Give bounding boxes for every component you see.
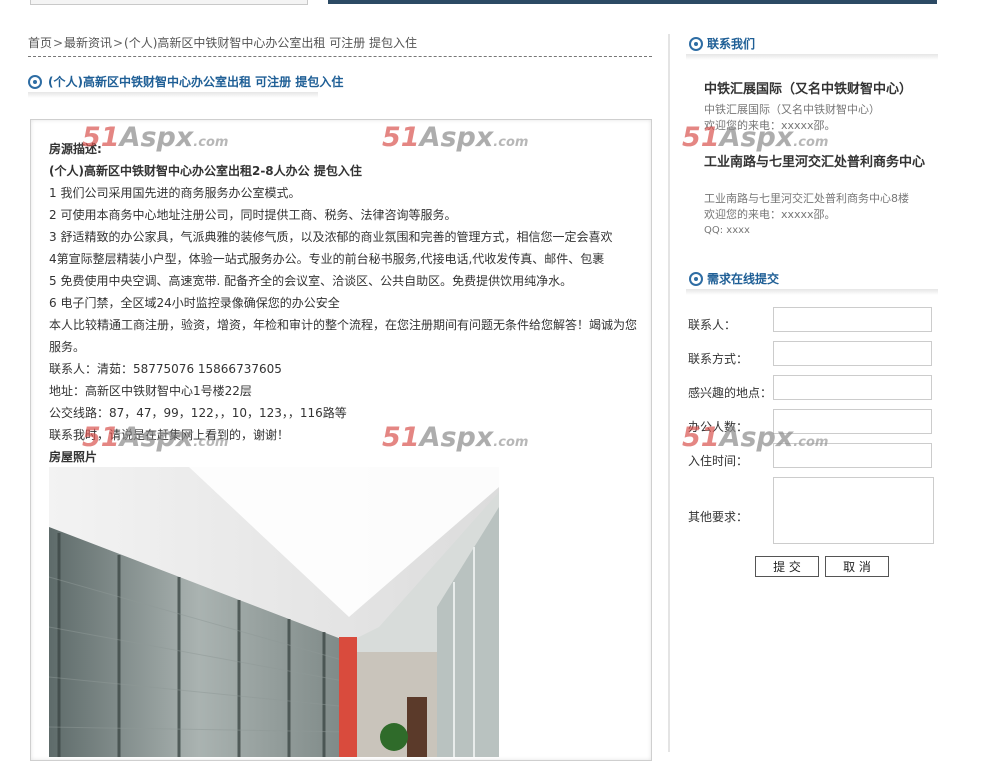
title-underline-shadow: [28, 92, 318, 98]
contact-line: 联系人：清茹：58775076 15866737605: [49, 362, 282, 376]
chevron-right-icon: >: [113, 36, 124, 50]
interest-location-label: 感兴趣的地点：: [688, 386, 773, 400]
feature-line-1: 1 我们公司采用国先进的商务服务办公室模式。: [49, 186, 301, 200]
interest-location-input[interactable]: [773, 375, 932, 400]
contact-2-title[interactable]: 工业南路与七里河交汇处普利商务中心: [704, 155, 934, 171]
bullet-circle-icon: [689, 36, 703, 51]
contact-us-title: 联系我们: [707, 36, 756, 51]
contact-method-label: 联系方式：: [688, 352, 749, 366]
office-people-label: 办公人数：: [688, 420, 749, 434]
article-subtitle: (个人)高新区中铁财智中心办公室出租2-8人办公 提包入住: [49, 164, 362, 178]
breadcrumb-current: (个人)高新区中铁财智中心办公室出租 可注册 提包入住: [124, 36, 418, 50]
feature-line-3: 3 舒适精致的办公家具，气派典雅的装修气质，以及浓郁的商业氛围和完善的管理方式，…: [49, 230, 613, 244]
request-form-title: 需求在线提交: [707, 271, 780, 286]
contact-1-title[interactable]: 中铁汇展国际（又名中铁财智中心）: [704, 82, 934, 98]
heading-shadow: [686, 54, 938, 60]
heading-shadow: [686, 289, 938, 295]
cancel-button[interactable]: 取 消: [825, 556, 889, 577]
feature-line-5: 5 免费使用中央空调、高速宽带. 配备齐全的会议室、洽谈区、公共自助区。免费提供…: [49, 274, 573, 288]
description-heading: 房源描述:: [49, 142, 102, 156]
bus-line: 公交线路：87，47，99，122，，10，123，，116路等: [49, 406, 347, 420]
top-search-box-edge: [30, 0, 308, 5]
submit-button[interactable]: 提 交: [755, 556, 819, 577]
top-banner-strip: [328, 0, 937, 4]
service-paragraph: 本人比较精通工商注册，验资，增资，年检和审计的整个流程，在您注册期间有问题无条件…: [49, 318, 638, 354]
bullet-circle-icon: [28, 74, 42, 89]
chevron-right-icon: >: [52, 36, 64, 50]
contact-method-input[interactable]: [773, 341, 932, 366]
other-requirements-textarea[interactable]: [773, 477, 934, 544]
contact-us-heading: 联系我们: [689, 34, 755, 52]
contact-2-line-1: 工业南路与七里河交汇处普利商务中心8楼: [704, 192, 909, 205]
article-content: 房源描述: (个人)高新区中铁财智中心办公室出租2-8人办公 提包入住 1 我们…: [49, 138, 639, 468]
closing-line: 联系我时，请说是在赶集网上看到的，谢谢！: [49, 428, 290, 442]
bullet-circle-icon: [689, 271, 703, 286]
breadcrumb: 首页>最新资讯>(个人)高新区中铁财智中心办公室出租 可注册 提包入住: [28, 34, 652, 57]
article-title: (个人)高新区中铁财智中心办公室出租 可注册 提包入住: [48, 74, 344, 89]
contact-person-label: 联系人：: [688, 318, 737, 332]
contact-2-qq: QQ: xxxx: [704, 225, 750, 236]
office-people-input[interactable]: [773, 409, 932, 434]
contact-2-line-2: 欢迎您的来电：xxxxx邵。: [704, 208, 836, 221]
breadcrumb-home-link[interactable]: 首页: [28, 36, 52, 50]
contact-1-line-2: 欢迎您的来电：xxxxx邵。: [704, 119, 836, 132]
photo-heading: 房屋照片: [49, 450, 98, 464]
office-photo: [49, 467, 499, 757]
feature-line-2: 2 可使用本商务中心地址注册公司，同时提供工商、税务、法律咨询等服务。: [49, 208, 457, 222]
breadcrumb-news-link[interactable]: 最新资讯: [64, 36, 112, 50]
other-requirements-label: 其他要求：: [688, 510, 749, 524]
request-form-heading: 需求在线提交: [689, 269, 779, 287]
contact-1-line-1: 中铁汇展国际（又名中铁财智中心）: [704, 103, 880, 116]
move-in-time-input[interactable]: [773, 443, 932, 468]
column-divider: [668, 34, 670, 752]
contact-person-input[interactable]: [773, 307, 932, 332]
feature-line-4: 4第宣际整层精装小户型，体验一站式服务办公。专业的前台秘书服务,代接电话,代收发…: [49, 252, 605, 266]
address-line: 地址：高新区中铁财智中心1号楼22层: [49, 384, 252, 398]
office-corridor-image: [49, 467, 499, 757]
feature-line-6: 6 电子门禁，全区域24小时监控录像确保您的办公安全: [49, 296, 340, 310]
move-in-time-label: 入住时间：: [688, 454, 749, 468]
article-title-row: (个人)高新区中铁财智中心办公室出租 可注册 提包入住: [28, 70, 343, 92]
